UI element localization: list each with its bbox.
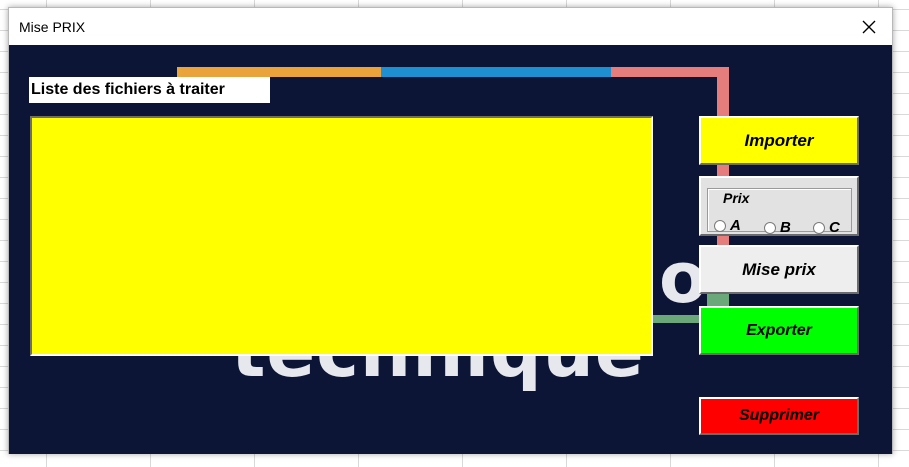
dialog-client-area: o technique Liste des fichiers à traiter… xyxy=(9,45,892,454)
close-button[interactable] xyxy=(846,8,892,45)
prix-option-b-label: B xyxy=(780,219,791,236)
prix-frame: Prix A B C xyxy=(707,188,852,236)
prix-option-b[interactable]: B xyxy=(764,219,791,236)
close-icon xyxy=(862,20,876,33)
radio-button-icon[interactable] xyxy=(813,221,825,234)
prix-option-c[interactable]: C xyxy=(813,219,840,236)
export-button[interactable]: Exporter xyxy=(699,306,859,355)
file-listbox[interactable] xyxy=(30,116,653,356)
title-bar: Mise PRIX xyxy=(9,8,892,45)
prix-option-a[interactable]: A xyxy=(714,217,741,234)
file-list-label: Liste des fichiers à traiter xyxy=(29,77,270,103)
radio-button-icon[interactable] xyxy=(764,221,776,234)
mise-prix-dialog: Mise PRIX o technique Liste des fichiers… xyxy=(8,7,893,454)
prix-option-c-label: C xyxy=(829,219,840,236)
import-button[interactable]: Importer xyxy=(699,116,859,165)
mise-prix-button[interactable]: Mise prix xyxy=(699,245,859,294)
window-title: Mise PRIX xyxy=(19,19,86,35)
prix-legend: Prix xyxy=(720,190,753,206)
radio-button-icon[interactable] xyxy=(714,219,726,232)
prix-option-a-label: A xyxy=(730,217,741,234)
delete-button[interactable]: Supprimer xyxy=(699,397,859,435)
prix-group-panel: Prix A B C xyxy=(699,176,859,236)
